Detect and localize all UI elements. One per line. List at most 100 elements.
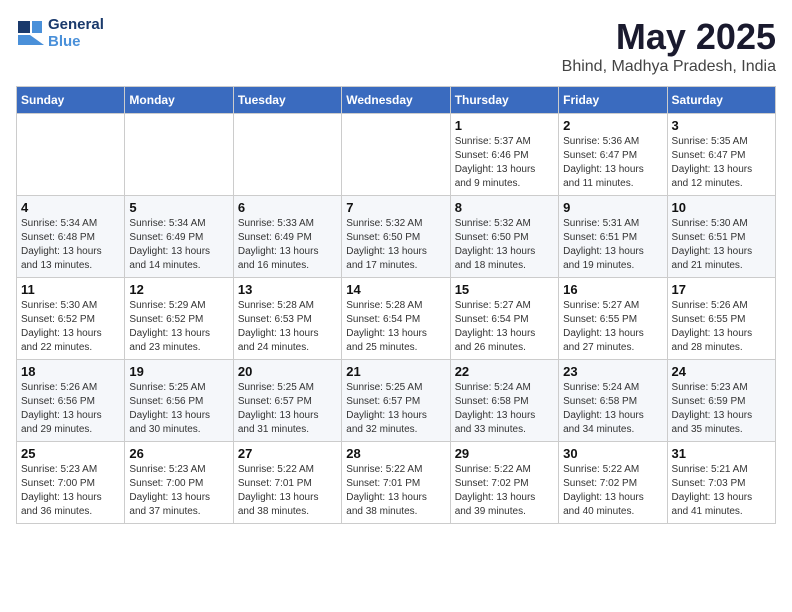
calendar-cell <box>342 114 450 196</box>
day-info: Sunrise: 5:36 AMSunset: 6:47 PMDaylight:… <box>563 135 662 191</box>
day-number: 1 <box>455 118 554 133</box>
calendar-cell: 25 Sunrise: 5:23 AMSunset: 7:00 PMDayligh… <box>17 442 125 524</box>
calendar-cell: 31Sunrise: 5:21 AMSunset: 7:03 PMDayligh… <box>667 442 775 524</box>
calendar-cell: 11Sunrise: 5:30 AMSunset: 6:52 PMDayligh… <box>17 278 125 360</box>
calendar-cell: 22 Sunrise: 5:24 AMSunset: 6:58 PMDayligh… <box>450 360 558 442</box>
day-number: 5 <box>129 200 228 215</box>
calendar-cell: 6 Sunrise: 5:33 AMSunset: 6:49 PMDaylight… <box>233 196 341 278</box>
logo-text: General Blue <box>48 16 104 50</box>
day-number: 16 <box>563 282 662 297</box>
day-info: Sunrise: 5:37 AMSunset: 6:46 PMDaylight:… <box>455 135 554 191</box>
calendar-cell <box>233 114 341 196</box>
calendar-cell: 27Sunrise: 5:22 AMSunset: 7:01 PMDayligh… <box>233 442 341 524</box>
day-number: 27 <box>238 446 337 461</box>
day-number: 7 <box>346 200 445 215</box>
calendar-cell: 28Sunrise: 5:22 AMSunset: 7:01 PMDayligh… <box>342 442 450 524</box>
calendar-cell: 3 Sunrise: 5:35 AMSunset: 6:47 PMDaylight… <box>667 114 775 196</box>
calendar-table: SundayMondayTuesdayWednesdayThursdayFrid… <box>16 86 776 524</box>
day-number: 6 <box>238 200 337 215</box>
calendar-cell: 18 Sunrise: 5:26 AMSunset: 6:56 PMDayligh… <box>17 360 125 442</box>
day-info: Sunrise: 5:32 AMSunset: 6:50 PMDaylight:… <box>346 217 445 273</box>
calendar-cell: 17 Sunrise: 5:26 AMSunset: 6:55 PMDayligh… <box>667 278 775 360</box>
day-number: 8 <box>455 200 554 215</box>
day-info: Sunrise: 5:29 AMSunset: 6:52 PMDaylight:… <box>129 299 228 355</box>
day-number: 3 <box>672 118 771 133</box>
calendar-cell: 21Sunrise: 5:25 AMSunset: 6:57 PMDayligh… <box>342 360 450 442</box>
header: General Blue May 2025 Bhind, Madhya Prad… <box>16 16 776 76</box>
calendar-cell: 15 Sunrise: 5:27 AMSunset: 6:54 PMDayligh… <box>450 278 558 360</box>
day-info: Sunrise: 5:24 AMSunset: 6:58 PMDaylight:… <box>563 381 662 437</box>
day-info: Sunrise: 5:27 AMSunset: 6:54 PMDaylight:… <box>455 299 554 355</box>
day-number: 12 <box>129 282 228 297</box>
calendar-cell: 13 Sunrise: 5:28 AMSunset: 6:53 PMDayligh… <box>233 278 341 360</box>
day-info: Sunrise: 5:34 AMSunset: 6:48 PMDaylight:… <box>21 217 120 273</box>
day-info: Sunrise: 5:30 AMSunset: 6:51 PMDaylight:… <box>672 217 771 273</box>
week-row-3: 11Sunrise: 5:30 AMSunset: 6:52 PMDayligh… <box>17 278 776 360</box>
day-info: Sunrise: 5:24 AMSunset: 6:58 PMDaylight:… <box>455 381 554 437</box>
weekday-header-friday: Friday <box>559 87 667 114</box>
calendar-cell: 10Sunrise: 5:30 AMSunset: 6:51 PMDayligh… <box>667 196 775 278</box>
calendar-cell: 5Sunrise: 5:34 AMSunset: 6:49 PMDaylight… <box>125 196 233 278</box>
calendar-cell: 16 Sunrise: 5:27 AMSunset: 6:55 PMDayligh… <box>559 278 667 360</box>
weekday-header-sunday: Sunday <box>17 87 125 114</box>
calendar-cell: 19Sunrise: 5:25 AMSunset: 6:56 PMDayligh… <box>125 360 233 442</box>
day-info: Sunrise: 5:23 AMSunset: 7:00 PMDaylight:… <box>129 463 228 519</box>
day-info: Sunrise: 5:28 AMSunset: 6:54 PMDaylight:… <box>346 299 445 355</box>
calendar-cell: 23 Sunrise: 5:24 AMSunset: 6:58 PMDayligh… <box>559 360 667 442</box>
day-number: 9 <box>563 200 662 215</box>
day-number: 24 <box>672 364 771 379</box>
weekday-header-monday: Monday <box>125 87 233 114</box>
day-info: Sunrise: 5:27 AMSunset: 6:55 PMDaylight:… <box>563 299 662 355</box>
calendar-cell: 1 Sunrise: 5:37 AMSunset: 6:46 PMDaylight… <box>450 114 558 196</box>
day-info: Sunrise: 5:32 AMSunset: 6:50 PMDaylight:… <box>455 217 554 273</box>
calendar-cell: 20Sunrise: 5:25 AMSunset: 6:57 PMDayligh… <box>233 360 341 442</box>
day-number: 23 <box>563 364 662 379</box>
week-row-1: 1 Sunrise: 5:37 AMSunset: 6:46 PMDaylight… <box>17 114 776 196</box>
day-number: 30 <box>563 446 662 461</box>
day-number: 13 <box>238 282 337 297</box>
logo-icon <box>16 19 44 47</box>
weekday-header-wednesday: Wednesday <box>342 87 450 114</box>
day-number: 15 <box>455 282 554 297</box>
month-title: May 2025 <box>562 16 776 58</box>
day-info: Sunrise: 5:23 AMSunset: 7:00 PMDaylight:… <box>21 463 120 519</box>
day-info: Sunrise: 5:28 AMSunset: 6:53 PMDaylight:… <box>238 299 337 355</box>
calendar-cell: 14 Sunrise: 5:28 AMSunset: 6:54 PMDayligh… <box>342 278 450 360</box>
day-number: 22 <box>455 364 554 379</box>
day-number: 28 <box>346 446 445 461</box>
day-number: 18 <box>21 364 120 379</box>
day-info: Sunrise: 5:25 AMSunset: 6:57 PMDaylight:… <box>346 381 445 437</box>
day-number: 25 <box>21 446 120 461</box>
logo: General Blue <box>16 16 104 50</box>
week-row-2: 4 Sunrise: 5:34 AMSunset: 6:48 PMDaylight… <box>17 196 776 278</box>
weekday-header-tuesday: Tuesday <box>233 87 341 114</box>
day-number: 31 <box>672 446 771 461</box>
day-number: 4 <box>21 200 120 215</box>
location-title: Bhind, Madhya Pradesh, India <box>562 58 776 76</box>
day-number: 26 <box>129 446 228 461</box>
day-number: 11 <box>21 282 120 297</box>
calendar-cell: 8 Sunrise: 5:32 AMSunset: 6:50 PMDaylight… <box>450 196 558 278</box>
day-number: 17 <box>672 282 771 297</box>
calendar-cell <box>125 114 233 196</box>
week-row-4: 18 Sunrise: 5:26 AMSunset: 6:56 PMDayligh… <box>17 360 776 442</box>
day-info: Sunrise: 5:23 AMSunset: 6:59 PMDaylight:… <box>672 381 771 437</box>
weekday-header-row: SundayMondayTuesdayWednesdayThursdayFrid… <box>17 87 776 114</box>
calendar-cell: 4 Sunrise: 5:34 AMSunset: 6:48 PMDaylight… <box>17 196 125 278</box>
day-info: Sunrise: 5:26 AMSunset: 6:56 PMDaylight:… <box>21 381 120 437</box>
day-info: Sunrise: 5:33 AMSunset: 6:49 PMDaylight:… <box>238 217 337 273</box>
day-number: 20 <box>238 364 337 379</box>
day-info: Sunrise: 5:35 AMSunset: 6:47 PMDaylight:… <box>672 135 771 191</box>
calendar-cell: 9 Sunrise: 5:31 AMSunset: 6:51 PMDaylight… <box>559 196 667 278</box>
day-info: Sunrise: 5:22 AMSunset: 7:02 PMDaylight:… <box>563 463 662 519</box>
day-number: 14 <box>346 282 445 297</box>
day-number: 29 <box>455 446 554 461</box>
calendar-body: 1 Sunrise: 5:37 AMSunset: 6:46 PMDaylight… <box>17 114 776 524</box>
calendar-cell: 30 Sunrise: 5:22 AMSunset: 7:02 PMDayligh… <box>559 442 667 524</box>
calendar-cell: 12 Sunrise: 5:29 AMSunset: 6:52 PMDayligh… <box>125 278 233 360</box>
day-info: Sunrise: 5:26 AMSunset: 6:55 PMDaylight:… <box>672 299 771 355</box>
calendar-cell: 2Sunrise: 5:36 AMSunset: 6:47 PMDaylight… <box>559 114 667 196</box>
title-area: May 2025 Bhind, Madhya Pradesh, India <box>562 16 776 76</box>
calendar-cell: 26 Sunrise: 5:23 AMSunset: 7:00 PMDayligh… <box>125 442 233 524</box>
day-info: Sunrise: 5:31 AMSunset: 6:51 PMDaylight:… <box>563 217 662 273</box>
